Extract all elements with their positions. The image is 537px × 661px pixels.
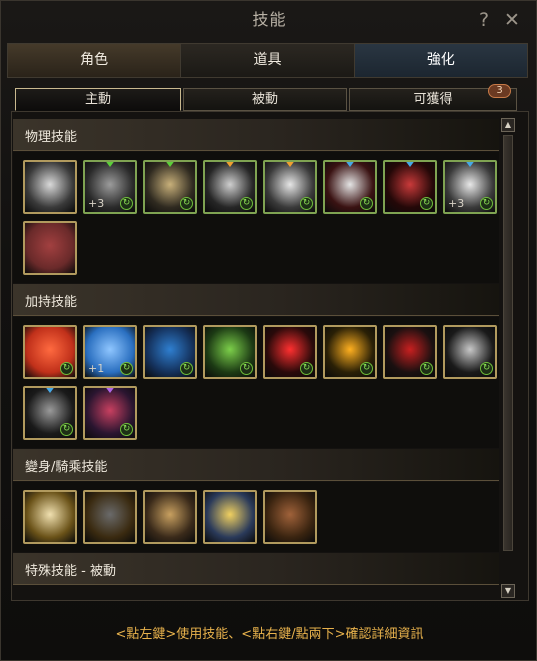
refresh-icon: ↻: [360, 362, 373, 375]
skill-icon: [25, 492, 75, 542]
skill-slot[interactable]: ↻: [23, 325, 77, 379]
refresh-icon: ↻: [420, 197, 433, 210]
skill-slot[interactable]: ↻: [383, 325, 437, 379]
tab-enhance[interactable]: 強化: [354, 44, 527, 77]
skill-slot[interactable]: ↻: [143, 325, 197, 379]
skill-icon: [145, 492, 195, 542]
skill-slot[interactable]: [23, 160, 77, 214]
skill-icon: [265, 492, 315, 542]
section-physical-body: +3 ↻ ↻ ↻ ↻ ↻ ↻ +3 ↻: [13, 152, 499, 283]
scroll-up-icon[interactable]: ▲: [501, 118, 515, 132]
skill-slot[interactable]: ↻: [203, 325, 257, 379]
skill-icon: [85, 492, 135, 542]
refresh-icon: ↻: [180, 197, 193, 210]
section-title: 變身/騎乘技能: [25, 460, 108, 475]
refresh-icon: ↻: [180, 362, 193, 375]
skill-slot[interactable]: ↻: [203, 160, 257, 214]
skill-icon: [205, 492, 255, 542]
skill-slot[interactable]: ↻: [323, 325, 377, 379]
refresh-icon: ↻: [300, 362, 313, 375]
skill-slot[interactable]: [23, 221, 77, 275]
refresh-icon: ↻: [300, 197, 313, 210]
skill-slot[interactable]: [263, 490, 317, 544]
scroll-thumb[interactable]: [503, 135, 513, 551]
skill-slot[interactable]: +1 ↻: [83, 325, 137, 379]
skill-slot[interactable]: ↻: [263, 160, 317, 214]
refresh-icon: ↻: [120, 423, 133, 436]
tab-items[interactable]: 道具: [181, 44, 355, 77]
skill-icon: [25, 162, 75, 212]
refresh-icon: ↻: [360, 197, 373, 210]
obtainable-count-badge: 3: [488, 84, 511, 98]
tab-passive-skills[interactable]: 被動: [183, 88, 347, 111]
section-physical-skills[interactable]: 物理技能: [13, 119, 499, 151]
refresh-icon: ↻: [120, 197, 133, 210]
section-title: 加持技能: [25, 295, 78, 310]
skill-slot[interactable]: ↻: [83, 386, 137, 440]
skill-slot[interactable]: ↻: [443, 325, 497, 379]
skill-slot[interactable]: ↻: [23, 386, 77, 440]
skill-slot[interactable]: ↻: [323, 160, 377, 214]
section-transform-ride-skills[interactable]: 變身/騎乘技能: [13, 449, 499, 481]
section-buff-skills[interactable]: 加持技能: [13, 284, 499, 316]
refresh-icon: ↻: [480, 362, 493, 375]
skill-level-bonus: +3: [88, 197, 105, 210]
skill-icon: [25, 223, 75, 273]
skill-level-bonus: +1: [88, 362, 105, 375]
refresh-icon: ↻: [60, 362, 73, 375]
section-transform-body: [13, 482, 499, 552]
tab-active-skills[interactable]: 主動: [15, 88, 181, 111]
section-special-passive[interactable]: 特殊技能 - 被動: [13, 553, 499, 585]
refresh-icon: ↻: [120, 362, 133, 375]
tab-character[interactable]: 角色: [8, 44, 182, 77]
section-buff-body: ↻ +1 ↻ ↻ ↻ ↻ ↻ ↻ ↻ ↻ ↻: [13, 317, 499, 448]
refresh-icon: ↻: [240, 197, 253, 210]
section-title: 特殊技能 - 被動: [25, 564, 116, 579]
refresh-icon: ↻: [420, 362, 433, 375]
scrollbar[interactable]: ▲ ▼: [500, 117, 516, 599]
section-title: 物理技能: [25, 130, 78, 145]
skill-slot[interactable]: [143, 490, 197, 544]
refresh-icon: ↻: [240, 362, 253, 375]
sub-tab-bar: 主動 被動 可獲得: [15, 88, 517, 111]
hint-text: <點左鍵>使用技能、<點右鍵/點兩下>確認詳細資訊: [115, 627, 424, 642]
skill-slot[interactable]: ↻: [383, 160, 437, 214]
scroll-down-icon[interactable]: ▼: [501, 584, 515, 598]
skill-slot[interactable]: [23, 490, 77, 544]
skill-slot[interactable]: +3 ↻: [443, 160, 497, 214]
skill-slot[interactable]: [83, 490, 137, 544]
window-title: 技能: [252, 10, 287, 29]
refresh-icon: ↻: [60, 423, 73, 436]
skill-slot[interactable]: +3 ↻: [83, 160, 137, 214]
skill-window: 技能 ? ✕ 角色 道具 強化 主動 被動 可獲得 3 物理技能 +3 ↻ ↻ ↻ ↻ ↻…: [0, 0, 537, 661]
skill-slot[interactable]: [203, 490, 257, 544]
close-icon[interactable]: ✕: [501, 8, 523, 32]
skill-slot[interactable]: ↻: [143, 160, 197, 214]
help-icon[interactable]: ?: [473, 8, 495, 32]
skill-level-bonus: +3: [448, 197, 465, 210]
skill-slot[interactable]: ↻: [263, 325, 317, 379]
main-tab-bar: 角色 道具 強化: [7, 43, 528, 78]
refresh-icon: ↻: [480, 197, 493, 210]
